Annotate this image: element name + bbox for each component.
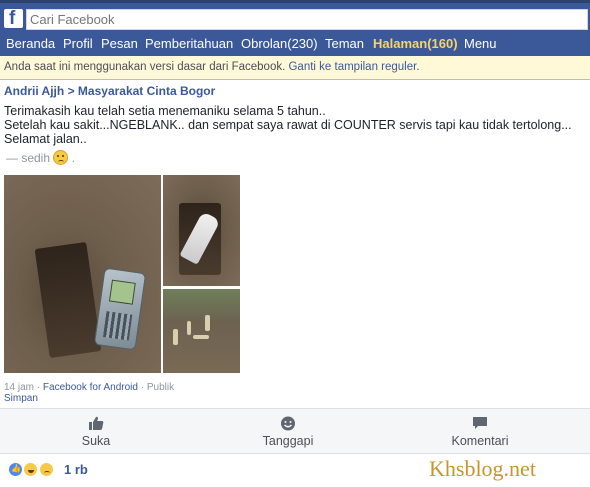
post-header-separator: > — [67, 84, 75, 98]
nav-item-beranda[interactable]: Beranda — [6, 36, 55, 51]
like-label: Suka — [81, 434, 111, 448]
post-time: 14 jam — [4, 382, 35, 393]
top-bar: f — [0, 0, 590, 31]
nav-item-menu[interactable]: Menu — [464, 36, 497, 51]
comment-button[interactable]: Komentari — [440, 409, 520, 455]
post-photo-bottom[interactable] — [163, 289, 240, 373]
nav-item-teman[interactable]: Teman — [325, 36, 364, 51]
reaction-count: 1 rb — [64, 462, 88, 478]
search-input[interactable] — [26, 9, 588, 30]
post-line: Terimakasih kau telah setia menemaniku s… — [4, 104, 326, 118]
smiley-icon — [281, 416, 295, 431]
react-button[interactable]: Tanggapi — [253, 409, 323, 455]
nav-item-obrolan[interactable]: Obrolan(230) — [241, 36, 318, 51]
post-photo-top[interactable] — [163, 175, 240, 286]
post-line: Selamat jalan.. — [4, 132, 87, 146]
post-privacy: Publik — [146, 382, 175, 393]
feeling-label: — sedih — [6, 151, 51, 165]
meta-dot: · — [137, 382, 147, 393]
haha-reaction-icon — [23, 462, 39, 478]
nav-bar: Beranda Profil Pesan Pemberitahuan Obrol… — [0, 31, 590, 56]
nav-item-pemberitahuan[interactable]: Pemberitahuan — [145, 36, 233, 51]
react-label: Tanggapi — [262, 434, 314, 448]
meta-dot: · — [34, 382, 43, 393]
watermark: Khsblog.net — [429, 456, 536, 481]
post-photo-main[interactable] — [4, 175, 161, 373]
post-feeling: — sedih . — [6, 150, 75, 165]
post-action-bar: Suka Tanggapi Komentari — [0, 408, 590, 454]
facebook-logo-icon[interactable]: f — [4, 8, 23, 29]
reactions-summary[interactable]: 1 rb — [8, 462, 88, 478]
comment-label: Komentari — [451, 434, 509, 448]
nav-item-pesan[interactable]: Pesan — [101, 36, 138, 51]
like-button[interactable]: Suka — [66, 409, 126, 455]
thumbs-up-icon — [89, 416, 104, 430]
nav-item-halaman[interactable]: Halaman(160) — [373, 36, 458, 51]
post-app-link[interactable]: Facebook for Android — [43, 382, 138, 393]
post-author-link[interactable]: Andrii Ajjh — [4, 84, 64, 98]
phone-image — [93, 267, 147, 351]
save-post-link[interactable]: Simpan — [4, 393, 38, 404]
notice-text: Anda saat ini menggunakan versi dasar da… — [4, 61, 286, 73]
post-group-link[interactable]: Masyarakat Cinta Bogor — [78, 84, 215, 98]
comment-icon — [473, 417, 487, 429]
post-text: Terimakasih kau telah setia menemaniku s… — [4, 104, 588, 146]
sad-reaction-icon — [38, 462, 54, 478]
nav-item-profil[interactable]: Profil — [63, 36, 93, 51]
grave-hole — [34, 241, 102, 359]
switch-regular-link[interactable]: Ganti ke tampilan reguler. — [288, 61, 419, 73]
sad-emoji-icon — [53, 150, 69, 165]
feeling-suffix: . — [71, 151, 76, 165]
like-reaction-icon — [8, 462, 23, 478]
basic-version-notice: Anda saat ini menggunakan versi dasar da… — [0, 56, 590, 80]
post-line: Setelah kau sakit...NGEBLANK.. dan sempa… — [4, 118, 572, 132]
post-header: Andrii Ajjh > Masyarakat Cinta Bogor — [4, 84, 215, 98]
post-meta: 14 jam · Facebook for Android · Publik — [4, 382, 174, 393]
